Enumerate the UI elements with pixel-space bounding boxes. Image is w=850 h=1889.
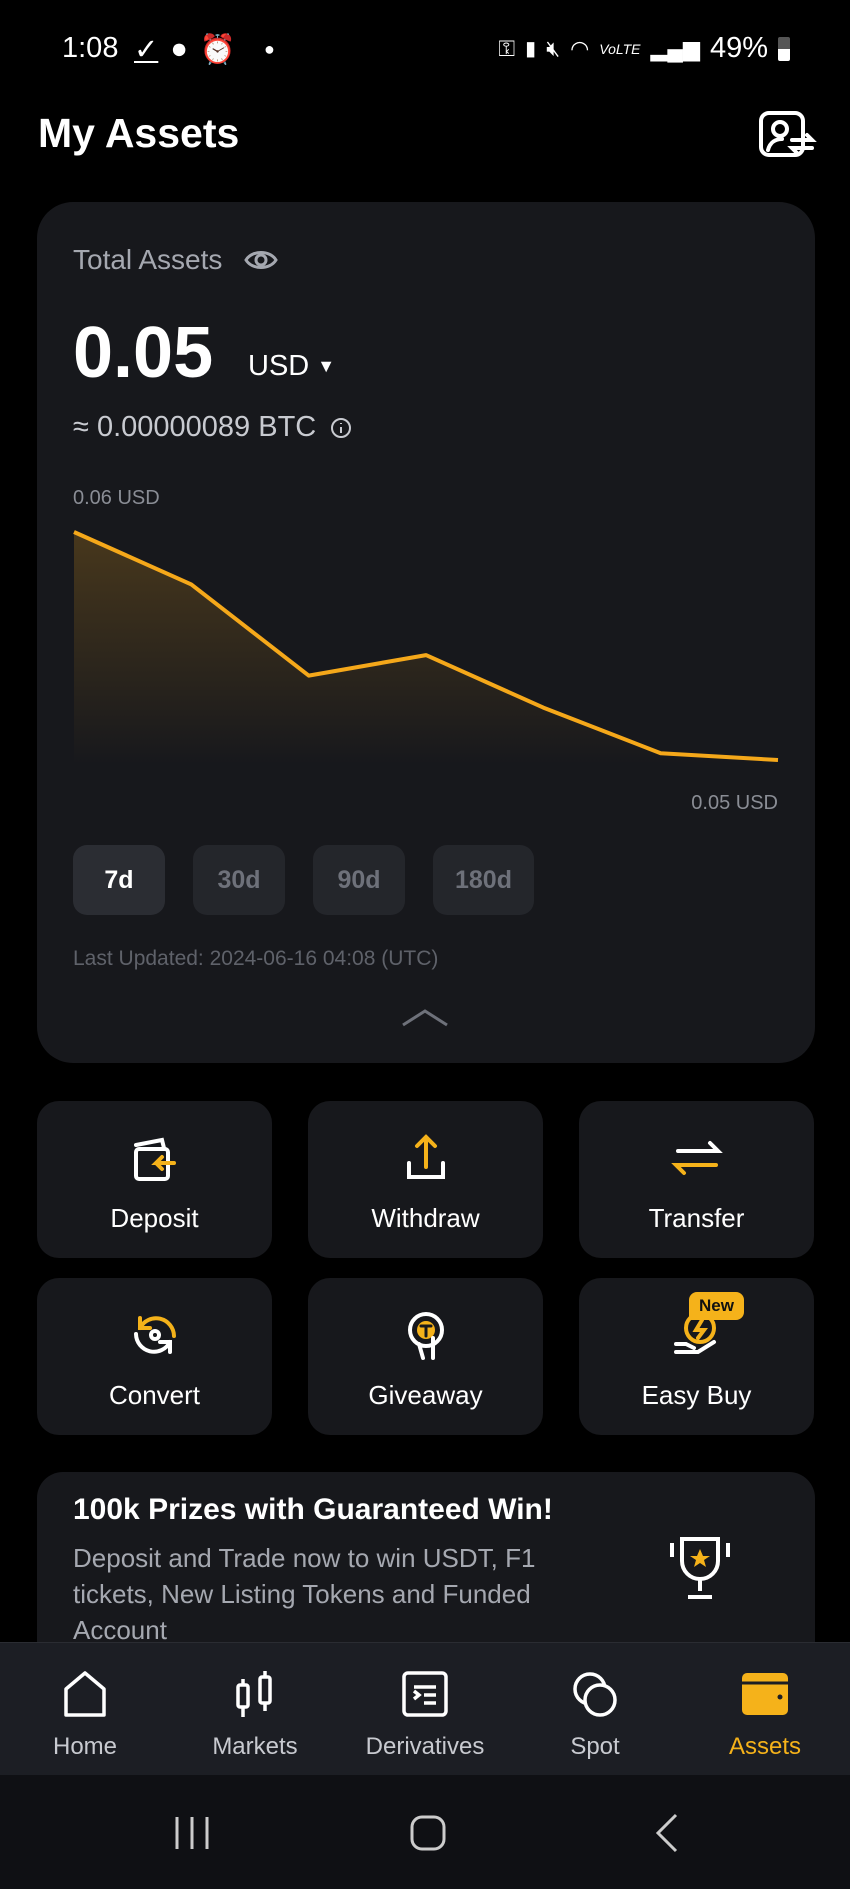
total-amount: 0.05 — [73, 313, 214, 393]
nav-markets[interactable]: Markets — [170, 1643, 340, 1775]
transfer-label: Transfer — [648, 1203, 745, 1233]
nav-derivatives-label: Derivatives — [365, 1733, 485, 1760]
easy-buy-button[interactable]: Easy Buy New — [579, 1278, 814, 1435]
spot-icon — [573, 1672, 617, 1717]
total-assets-label-row: Total Assets — [73, 244, 279, 276]
total-assets-label: Total Assets — [73, 244, 223, 275]
candlestick-icon — [236, 1671, 272, 1717]
derivatives-icon — [402, 1671, 448, 1717]
battery-percent: 49% — [709, 32, 768, 64]
period-180d[interactable]: 180d — [433, 845, 534, 915]
system-icons: ⚿ ▮ 🔇︎ ◠ VoLTE ▂▄▆ 49% — [498, 32, 790, 65]
page-title: My Assets — [38, 110, 240, 156]
promo-title: 100k Prizes with Guaranteed Win! — [73, 1493, 553, 1526]
nav-home[interactable]: Home — [0, 1643, 170, 1775]
giveaway-button[interactable]: Giveaway — [308, 1278, 543, 1435]
convert-label: Convert — [108, 1380, 201, 1410]
deposit-button[interactable]: Deposit — [37, 1101, 272, 1258]
battery-icon — [778, 36, 790, 61]
recent-apps-icon[interactable] — [172, 1813, 212, 1853]
new-badge: New — [689, 1292, 744, 1320]
wallet-icon — [742, 1673, 788, 1715]
volte-icon: VoLTE — [599, 40, 641, 57]
signal-icon: ▂▄▆ — [650, 35, 700, 61]
nav-derivatives[interactable]: Derivatives — [340, 1643, 510, 1775]
btc-equivalent: ≈ 0.00000089 BTC — [73, 411, 317, 443]
currency-selector[interactable]: USD ▼ — [248, 350, 335, 383]
dot-icon: ● — [263, 39, 275, 59]
last-updated: Last Updated: 2024-06-16 04:08 (UTC) — [73, 947, 439, 970]
nav-spot-label: Spot — [570, 1733, 620, 1760]
bottom-nav: Home Markets Derivatives Spot Assets — [0, 1642, 850, 1775]
giveaway-icon — [407, 1312, 444, 1360]
battery-saver-icon: ▮ — [525, 38, 537, 60]
deposit-label: Deposit — [110, 1203, 199, 1233]
status-bar: 1:08 ✓ ● ⏰ ● ⚿ ▮ 🔇︎ ◠ VoLTE ▂▄▆ 49% — [0, 28, 850, 72]
transfer-icon — [670, 1141, 723, 1175]
chart-area — [74, 532, 778, 765]
easy-buy-label: Easy Buy — [641, 1380, 752, 1410]
cloud-icon: ● — [170, 33, 188, 65]
check-icon: ✓ — [134, 34, 159, 66]
info-icon[interactable] — [330, 417, 352, 439]
trophy-icon — [670, 1537, 730, 1599]
transfer-button[interactable]: Transfer — [579, 1101, 814, 1258]
convert-icon — [133, 1316, 176, 1354]
chart-max-label: 0.06 USD — [73, 487, 160, 509]
period-7d[interactable]: 7d — [73, 845, 165, 915]
withdraw-icon — [406, 1134, 445, 1179]
home-icon — [64, 1671, 106, 1717]
chevron-up-icon[interactable] — [400, 1005, 450, 1029]
nav-home-label: Home — [52, 1733, 118, 1760]
giveaway-label: Giveaway — [368, 1380, 483, 1410]
status-time: 1:08 — [62, 32, 119, 64]
mute-icon: 🔇︎ — [546, 35, 561, 61]
withdraw-button[interactable]: Withdraw — [308, 1101, 543, 1258]
nav-assets[interactable]: Assets — [680, 1643, 850, 1775]
home-system-icon[interactable] — [408, 1813, 448, 1853]
btc-equivalent-row: ≈ 0.00000089 BTC — [73, 411, 352, 444]
period-90d[interactable]: 90d — [313, 845, 405, 915]
caret-down-icon: ▼ — [317, 356, 336, 376]
chart-min-label: 0.05 USD — [691, 792, 778, 814]
convert-button[interactable]: Convert — [37, 1278, 272, 1435]
wifi-icon: ◠ — [570, 35, 590, 61]
withdraw-label: Withdraw — [371, 1203, 480, 1233]
promo-text: Deposit and Trade now to win USDT, F1 ti… — [73, 1543, 536, 1645]
nav-assets-label: Assets — [728, 1733, 802, 1760]
currency-label: USD — [248, 350, 310, 382]
account-switch-icon — [759, 111, 817, 157]
nav-markets-label: Markets — [212, 1733, 298, 1760]
notification-icons: ✓ ● ⏰ ● — [134, 32, 275, 67]
period-30d[interactable]: 30d — [193, 845, 285, 915]
system-nav-bar — [0, 1775, 850, 1889]
alarm-icon: ⏰ — [199, 33, 236, 66]
account-switch-button[interactable] — [758, 110, 818, 160]
period-selector: 7d 30d 90d 180d — [73, 845, 534, 915]
quick-actions: Deposit Withdraw Transfer Convert Giveaw… — [37, 1101, 814, 1435]
asset-chart — [73, 530, 779, 765]
nav-spot[interactable]: Spot — [510, 1643, 680, 1775]
eye-icon[interactable] — [244, 248, 279, 272]
deposit-icon — [133, 1137, 176, 1181]
back-icon[interactable] — [652, 1811, 682, 1855]
key-icon: ⚿ — [498, 35, 516, 61]
